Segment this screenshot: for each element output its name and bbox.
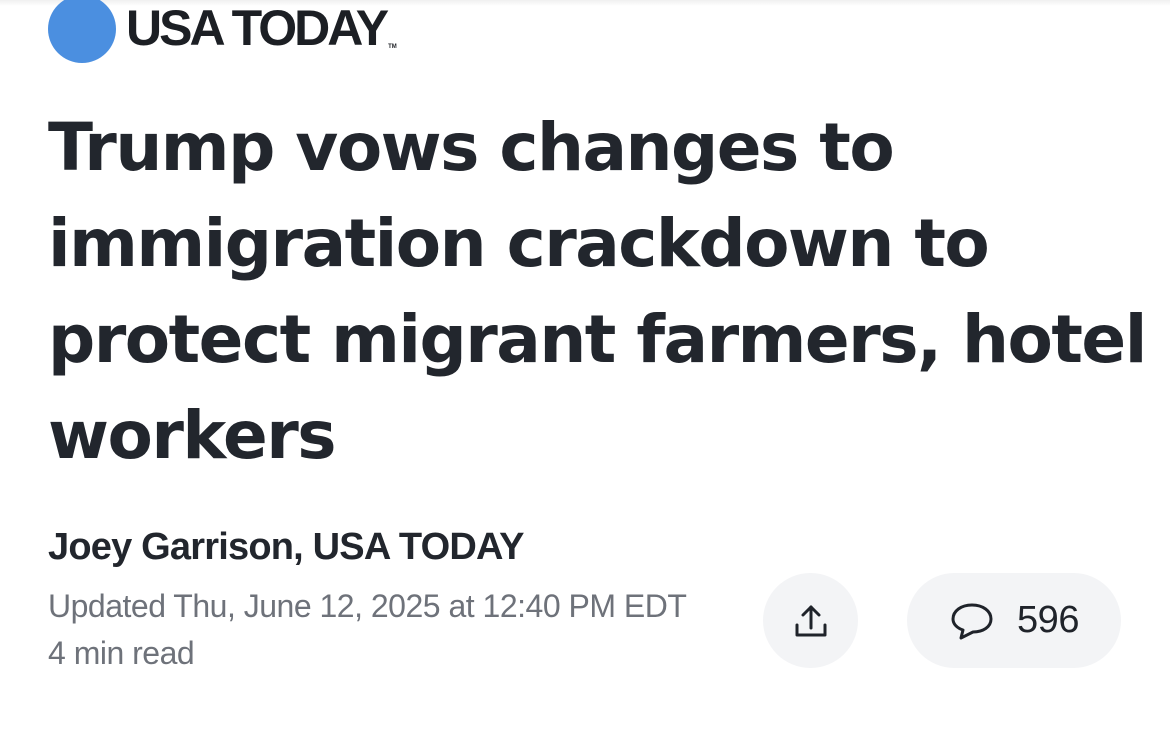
usa-today-logo-dot	[48, 0, 116, 63]
article-headline: Trump vows changes to immigration crackd…	[48, 109, 1147, 474]
share-button[interactable]	[763, 573, 858, 668]
article-meta: Updated Thu, June 12, 2025 at 12:40 PM E…	[48, 583, 708, 677]
comment-count: 596	[1017, 599, 1079, 641]
article-page: USA TODAY TM Trump vows changes to immig…	[0, 0, 1170, 739]
updated-timestamp: Updated Thu, June 12, 2025 at 12:40 PM E…	[48, 588, 687, 624]
comment-bubble-icon	[949, 601, 995, 641]
share-icon	[789, 599, 833, 643]
article-byline[interactable]: Joey Garrison, USA TODAY	[48, 526, 524, 569]
read-time: 4 min read	[48, 635, 195, 671]
trademark-mark: TM	[388, 44, 397, 50]
comments-button[interactable]: 596	[907, 573, 1121, 668]
publisher-brand[interactable]: USA TODAY TM	[48, 0, 397, 64]
publisher-name: USA TODAY	[126, 0, 389, 56]
